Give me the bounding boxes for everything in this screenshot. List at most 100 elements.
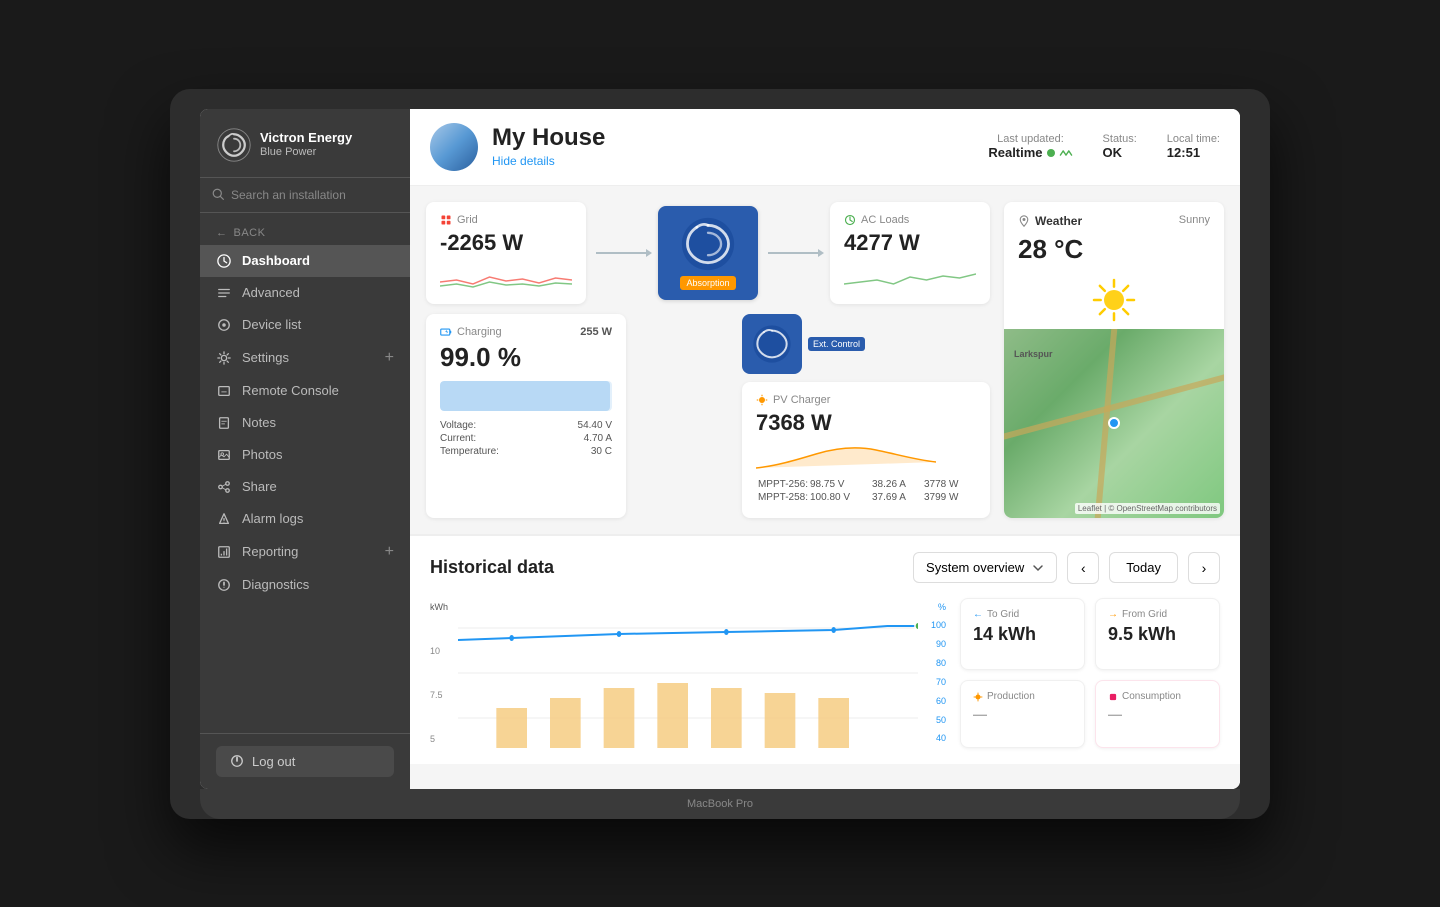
system-overview-dropdown[interactable]: System overview — [913, 552, 1057, 583]
chart-y-right-labels: % 100 90 80 70 60 50 40 — [918, 598, 946, 748]
sidebar-item-label-settings: Settings — [242, 350, 289, 365]
pv-inverter-row: Ext. Control — [742, 314, 865, 378]
main-cards: Grid -2265 W — [426, 202, 990, 518]
sidebar-item-reporting[interactable]: Reporting + — [200, 535, 410, 569]
location-pin-icon — [1018, 215, 1030, 227]
consumption-card: Consumption — — [1095, 680, 1220, 748]
last-updated-meta: Last updated: Realtime — [988, 133, 1072, 160]
grid-card-title: Grid — [440, 214, 572, 226]
sidebar-search[interactable]: Search an installation — [200, 178, 410, 213]
logout-icon — [230, 754, 244, 768]
hide-details-link[interactable]: Hide details — [492, 154, 555, 168]
device-name: MacBook Pro — [687, 798, 753, 810]
top-row: Grid -2265 W — [426, 202, 990, 304]
sidebar-item-advanced[interactable]: Advanced — [200, 277, 410, 309]
sidebar-item-label-remote-console: Remote Console — [242, 383, 339, 398]
consumption-label: Consumption — [1108, 691, 1207, 702]
pv-charger-label: PV Charger — [773, 394, 830, 406]
battery-card: Charging 255 W 99.0 % Voltage: — [426, 314, 626, 518]
battery-title: Charging — [440, 326, 502, 338]
sidebar-item-label-photos: Photos — [242, 447, 282, 462]
back-chevron-icon: ← — [216, 227, 228, 239]
header-title-block: My House Hide details — [492, 124, 974, 170]
logout-button[interactable]: Log out — [216, 746, 394, 777]
sidebar-nav: ← BACK Dashboard Advanced — [200, 213, 410, 733]
sidebar-item-notes[interactable]: Notes — [200, 407, 410, 439]
ac-loads-value: 4277 W — [844, 230, 976, 256]
sidebar-item-photos[interactable]: Photos — [200, 439, 410, 471]
grid-value: -2265 W — [440, 230, 572, 256]
sidebar-item-remote-console[interactable]: Remote Console — [200, 375, 410, 407]
local-time-value: 12:51 — [1167, 145, 1220, 160]
current-value: 4.70 A — [584, 433, 612, 444]
status-meta: Status: OK — [1103, 133, 1137, 160]
prev-period-button[interactable]: ‹ — [1067, 552, 1099, 584]
chart-y-labels: kWh 10 7.5 5 — [430, 598, 458, 748]
sidebar-item-label-diagnostics: Diagnostics — [242, 577, 309, 592]
stats-cards: ← To Grid 14 kWh → From Grid 9.5 kWh — [960, 598, 1220, 748]
share-icon — [216, 479, 232, 495]
map-location-dot — [1108, 417, 1120, 429]
y-label-10: 10 — [430, 646, 458, 656]
sidebar-item-label-dashboard: Dashboard — [242, 253, 310, 268]
ac-loads-mini-chart — [844, 262, 976, 292]
mppt-row-258: MPPT-258: 100.80 V 37.69 A 3799 W — [758, 491, 974, 504]
mppt-256-name: MPPT-256: — [758, 479, 808, 490]
next-period-button[interactable]: › — [1188, 552, 1220, 584]
today-button[interactable]: Today — [1109, 552, 1178, 583]
historical-section: Historical data System overview ‹ Today … — [410, 534, 1240, 764]
sidebar-item-label-notes: Notes — [242, 415, 276, 430]
mppt-258-name: MPPT-258: — [758, 492, 808, 503]
sidebar-item-settings[interactable]: Settings + — [200, 341, 410, 375]
weather-card: Weather Sunny 28 °C — [1004, 202, 1224, 518]
flow-line-grid-to-inverter — [596, 252, 648, 254]
to-grid-value: 14 kWh — [973, 624, 1072, 645]
reporting-plus-icon[interactable]: + — [385, 543, 394, 561]
sidebar-item-share[interactable]: Share — [200, 471, 410, 503]
from-grid-card: → From Grid 9.5 kWh — [1095, 598, 1220, 671]
weather-title: Weather — [1018, 214, 1082, 228]
battery-temperature-row: Temperature: 30 C — [440, 445, 612, 458]
brand-subtitle: Blue Power — [260, 146, 316, 158]
house-name: My House — [492, 124, 974, 152]
mppt-256-current: 38.26 A — [872, 479, 922, 490]
y-right-60: 60 — [918, 696, 946, 706]
current-label: Current: — [440, 433, 476, 444]
search-placeholder: Search an installation — [231, 188, 346, 202]
y-right-90: 90 — [918, 639, 946, 649]
y-right-40: 40 — [918, 733, 946, 743]
mppt-row-256: MPPT-256: 98.75 V 38.26 A 3778 W — [758, 478, 974, 491]
sidebar-item-dashboard[interactable]: Dashboard — [200, 245, 410, 277]
from-grid-value: 9.5 kWh — [1108, 624, 1207, 645]
weather-top: Weather Sunny — [1004, 202, 1224, 234]
to-grid-card: ← To Grid 14 kWh — [960, 598, 1085, 671]
last-updated-label: Last updated: — [988, 133, 1072, 145]
sidebar-item-diagnostics[interactable]: Diagnostics — [200, 569, 410, 601]
realtime-wave-icon — [1059, 148, 1073, 158]
sidebar: Victron Energy Blue Power Search an inst… — [200, 109, 410, 789]
voltage-value: 54.40 V — [578, 420, 612, 431]
diagnostics-icon — [216, 577, 232, 593]
inverter-logo-icon — [680, 216, 736, 272]
reporting-icon — [216, 544, 232, 560]
nav-back[interactable]: ← BACK — [200, 221, 410, 245]
weather-status: Sunny — [1179, 214, 1210, 226]
logo-text: Victron Energy Blue Power — [260, 130, 352, 159]
voltage-label: Voltage: — [440, 420, 476, 431]
temperature-value: 30 C — [591, 446, 612, 457]
grid-icon — [440, 214, 452, 226]
settings-plus-icon[interactable]: + — [385, 349, 394, 367]
chevron-down-icon — [1032, 562, 1044, 574]
mppt-256-voltage: 98.75 V — [810, 479, 870, 490]
ac-loads-card: AC Loads 4277 W — [830, 202, 990, 304]
status-value: OK — [1103, 145, 1137, 160]
sidebar-item-alarm-logs[interactable]: Alarm logs — [200, 503, 410, 535]
sidebar-logo: Victron Energy Blue Power — [200, 109, 410, 178]
bottom-row: Charging 255 W 99.0 % Voltage: — [426, 314, 990, 518]
historical-body: kWh 10 7.5 5 % 100 90 80 70 60 50 — [430, 598, 1220, 748]
pv-charger-card: PV Charger 7368 W — [742, 382, 990, 518]
house-avatar — [430, 123, 478, 171]
ext-control-badge: Ext. Control — [808, 337, 865, 351]
sidebar-item-device-list[interactable]: Device list — [200, 309, 410, 341]
logout-label: Log out — [252, 754, 295, 769]
